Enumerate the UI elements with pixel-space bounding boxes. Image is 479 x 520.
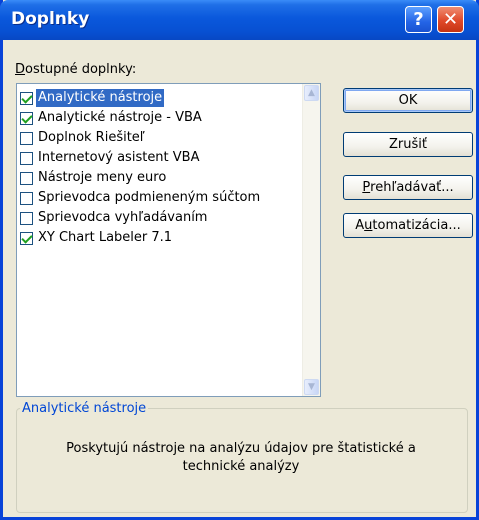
checkbox-checked-icon[interactable] [20,111,33,125]
list-item-label: Sprievodca podmieneným súčtom [38,190,261,205]
list-item[interactable]: Sprievodca vyhľadávaním [17,208,302,228]
chevron-up-icon: ▲ [308,88,315,98]
list-item[interactable]: Nástroje meny euro [17,168,302,188]
chevron-down-icon: ▼ [308,382,315,392]
title-bar[interactable]: Doplnky ? ✕ [0,0,479,40]
list-item-label: Doplnok Riešiteľ [38,130,145,145]
list-item-label: Internetový asistent VBA [38,150,200,165]
cancel-button[interactable]: Zrušiť [343,132,473,157]
description-title: Analytické nástroje [20,401,149,416]
addins-dialog: Doplnky ? ✕ Dostupné doplnky: Analytické… [0,0,479,520]
checkbox-icon[interactable] [20,151,33,165]
list-item[interactable]: Sprievodca podmieneným súčtom [17,188,302,208]
description-text: Poskytujú nástroje na analýzu údajov pre… [31,440,451,476]
list-item-label: XY Chart Labeler 7.1 [38,230,173,245]
list-item[interactable]: XY Chart Labeler 7.1 [17,228,302,248]
close-button[interactable]: ✕ [437,6,464,33]
list-item[interactable]: Internetový asistent VBA [17,148,302,168]
checkbox-icon[interactable] [20,211,33,225]
checkbox-checked-icon[interactable] [20,91,33,105]
description-line-2: technické analýzy [182,459,300,474]
ok-button[interactable]: OK [343,88,473,113]
list-item[interactable]: Doplnok Riešiteľ [17,128,302,148]
addins-listbox[interactable]: Analytické nástroje Analytické nástroje -… [16,83,321,397]
scroll-up-button[interactable]: ▲ [304,85,319,101]
checkbox-icon[interactable] [20,171,33,185]
list-item-label: Analytické nástroje - VBA [38,110,202,125]
addins-list: Analytické nástroje Analytické nástroje -… [17,88,302,248]
automation-button[interactable]: Au tomatizácia... [343,213,473,238]
list-scrollbar[interactable]: ▲ ▼ [302,84,320,396]
checkbox-icon[interactable] [20,131,33,145]
window-title: Doplnky [11,9,90,29]
description-line-1: Poskytujú nástroje na analýzu údajov pre… [66,441,416,456]
list-item-label: Sprievodca vyhľadávaním [38,210,208,225]
close-icon: ✕ [442,9,459,30]
browse-button[interactable]: Prehľadávať... [343,175,473,200]
list-item-label: Analytické nástroje [36,89,165,107]
checkbox-icon[interactable] [20,191,33,205]
scroll-down-button[interactable]: ▼ [304,379,319,395]
checkbox-checked-icon[interactable] [20,231,33,245]
list-item[interactable]: Analytické nástroje - VBA [17,108,302,128]
help-button[interactable]: ? [405,6,432,33]
available-addins-label: Dostupné doplnky: [15,62,137,77]
question-mark-icon: ? [413,9,424,30]
list-item-label: Nástroje meny euro [38,170,167,185]
list-item[interactable]: Analytické nástroje [17,88,302,108]
